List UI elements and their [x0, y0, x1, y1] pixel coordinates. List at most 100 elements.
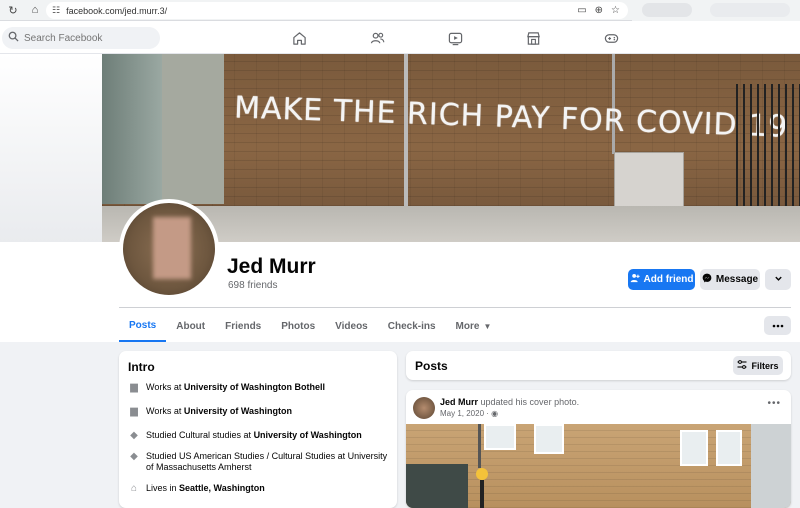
post-options-icon[interactable]: ••• — [767, 398, 781, 409]
tab-friends[interactable]: Friends — [215, 310, 271, 342]
home-icon[interactable]: ⌂ — [26, 1, 44, 19]
post-image-right-building — [751, 424, 791, 508]
post-date-text: May 1, 2020 · — [440, 409, 492, 418]
cover-left-wall — [102, 54, 162, 204]
intro-item-education-1: ◆ Studied Cultural studies at University… — [128, 430, 393, 441]
graduation-cap-icon: ◆ — [130, 451, 138, 462]
posts-header-card: Posts Filters — [406, 351, 791, 380]
message-label: Message — [715, 274, 759, 285]
profile-divider — [119, 307, 791, 308]
zoom-icon[interactable]: ⊕ — [595, 5, 603, 16]
posts-title: Posts — [415, 359, 448, 373]
url-text: facebook.com/jed.murr.3/ — [66, 5, 168, 16]
intro-item-work-2: ▆ Works at University of Washington — [128, 406, 393, 417]
tab-more-label: More — [455, 320, 480, 332]
profile-avatar[interactable] — [119, 199, 219, 299]
video-nav-icon[interactable] — [446, 29, 464, 47]
intro-item-prefix: Studied US American Studies / Cultural S… — [146, 451, 388, 472]
intro-item-prefix: Works at — [146, 406, 184, 416]
ellipsis-icon — [772, 320, 784, 331]
post-image-lamppole — [480, 480, 484, 508]
add-person-icon — [630, 273, 640, 286]
cover-utility-box — [614, 152, 684, 208]
profile-name: Jed Murr — [227, 255, 316, 278]
add-friend-label: Add friend — [643, 274, 694, 285]
cover-pole — [404, 54, 408, 209]
reload-icon[interactable]: ↻ — [4, 1, 22, 19]
intro-item-link[interactable]: University of Washington — [184, 406, 292, 416]
globe-icon: ◉ — [491, 409, 499, 418]
message-button[interactable]: Message — [700, 269, 760, 290]
post-date[interactable]: May 1, 2020 · ◉ — [440, 409, 498, 418]
cast-icon[interactable]: ▭ — [577, 5, 586, 16]
intro-item-link[interactable]: University of Washington Bothell — [184, 382, 325, 392]
friends-nav-icon[interactable] — [368, 29, 386, 47]
post-image-lamp — [476, 468, 488, 480]
tab-photos[interactable]: Photos — [271, 310, 325, 342]
intro-item-text: Works at University of Washington — [146, 406, 292, 417]
cover-fence — [736, 84, 800, 206]
home-nav-icon[interactable] — [290, 29, 308, 47]
facebook-header — [0, 21, 800, 54]
sliders-icon — [737, 359, 747, 372]
filters-button[interactable]: Filters — [733, 356, 783, 375]
caret-down-icon: ▼ — [483, 321, 492, 331]
intro-item-prefix: Studied Cultural studies at — [146, 430, 254, 440]
tab-check-ins[interactable]: Check-ins — [378, 310, 446, 342]
post-author-name[interactable]: Jed Murr — [440, 397, 478, 407]
gaming-nav-icon[interactable] — [602, 29, 620, 47]
cover-photo[interactable]: MAKE THE RICH PAY FOR COVID 19 — [102, 54, 800, 242]
avatar-blurred-figure — [153, 217, 191, 279]
search-box[interactable] — [2, 27, 160, 49]
filters-label: Filters — [751, 360, 779, 371]
intro-item-prefix: Works at — [146, 382, 184, 392]
search-input[interactable] — [24, 32, 154, 44]
profile-more-button[interactable] — [765, 269, 791, 290]
post-image-pipe — [478, 424, 481, 468]
intro-item-text: Lives in Seattle, Washington — [146, 483, 265, 494]
post-action-text: updated his cover photo. — [478, 397, 580, 407]
tab-about[interactable]: About — [166, 310, 215, 342]
graduation-cap-icon: ◆ — [130, 430, 138, 441]
browser-toolbar: ↻ ⌂ ☷ facebook.com/jed.murr.3/ ▭ ⊕ ☆ — [0, 0, 800, 21]
post-author-line: Jed Murr updated his cover photo. — [440, 397, 579, 407]
intro-item-lives-in: ⌂ Lives in Seattle, Washington — [128, 483, 393, 494]
post-author-avatar[interactable] — [413, 397, 435, 419]
post-image-window — [534, 424, 564, 454]
briefcase-icon: ▆ — [130, 382, 138, 393]
profile-tabs: Posts About Friends Photos Videos Check-… — [119, 310, 501, 342]
tab-posts[interactable]: Posts — [119, 310, 167, 342]
tab-videos[interactable]: Videos — [325, 310, 378, 342]
intro-item-link[interactable]: Seattle, Washington — [179, 483, 265, 493]
extension-pill — [642, 3, 692, 17]
post-image-shopfront — [406, 464, 468, 508]
post-image[interactable] — [406, 424, 791, 508]
search-icon — [8, 31, 19, 45]
messenger-icon — [702, 273, 712, 286]
post-card: Jed Murr updated his cover photo. May 1,… — [406, 390, 791, 508]
add-friend-button[interactable]: Add friend — [628, 269, 695, 290]
briefcase-icon: ▆ — [130, 406, 138, 417]
tab-more[interactable]: More ▼ — [446, 310, 502, 342]
intro-item-text: Studied US American Studies / Cultural S… — [146, 451, 393, 473]
post-image-window — [680, 430, 708, 466]
bookmark-star-icon[interactable]: ☆ — [611, 5, 620, 16]
browser-extension-area — [632, 0, 800, 21]
extension-pill-2 — [710, 3, 790, 17]
site-info-icon[interactable]: ☷ — [52, 5, 60, 16]
address-bar[interactable]: ☷ facebook.com/jed.murr.3/ ▭ ⊕ ☆ — [46, 2, 628, 19]
post-image-window — [716, 430, 742, 466]
intro-item-link[interactable]: University of Washington — [254, 430, 362, 440]
intro-title: Intro — [128, 360, 155, 374]
home-icon: ⌂ — [130, 483, 138, 494]
intro-item-text: Studied Cultural studies at University o… — [146, 430, 362, 441]
chevron-down-icon — [774, 274, 783, 286]
intro-item-work-1: ▆ Works at University of Washington Both… — [128, 382, 393, 393]
cover-graffiti: MAKE THE RICH PAY FOR COVID 19 — [233, 90, 789, 145]
intro-item-prefix: Lives in — [146, 483, 180, 493]
post-image-window — [484, 424, 516, 450]
cover-pillar — [162, 54, 224, 204]
marketplace-nav-icon[interactable] — [524, 29, 542, 47]
friend-count[interactable]: 698 friends — [228, 280, 277, 291]
tabs-more-options-button[interactable] — [764, 316, 791, 335]
